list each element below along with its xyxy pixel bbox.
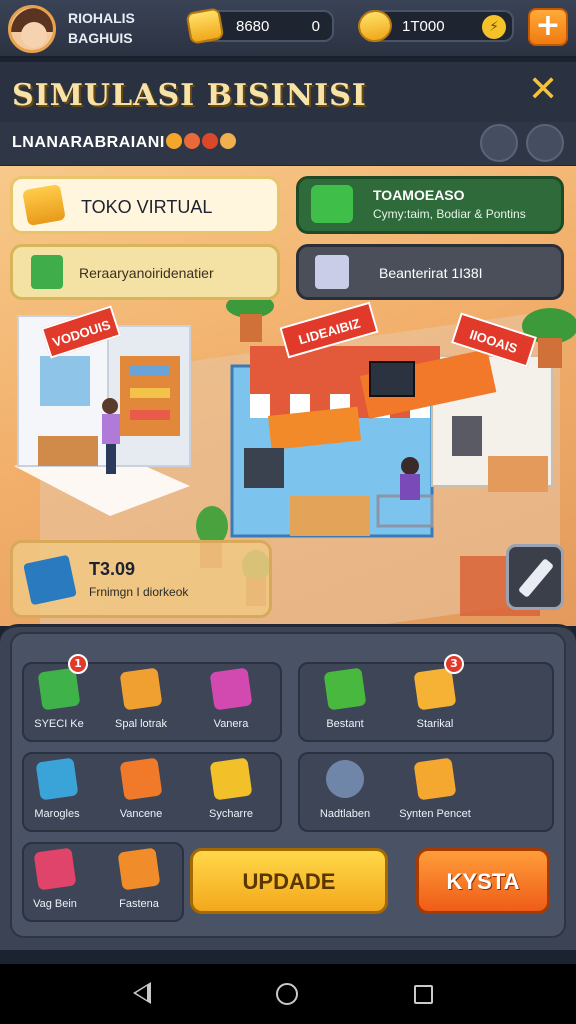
main-store [230,346,553,538]
cart-icon [311,185,353,223]
book-icon [31,255,63,289]
home-icon[interactable] [276,983,298,1005]
beanterirat-card[interactable]: Beanterirat 1I38I [296,244,564,300]
item-vag-bein[interactable]: Vag Bein [10,847,100,910]
item-nadtlaben[interactable]: Nadtlaben [300,757,390,820]
item-synten-pencet-name: Synten Pencet [399,808,471,820]
item-bestant[interactable]: Bestant [300,667,390,730]
item-marogles[interactable]: Marogles [12,757,102,820]
food-icons [166,133,240,153]
shopping-bag-icon [413,757,457,801]
add-currency-button[interactable]: + [528,8,568,46]
profile-circle-button[interactable] [526,124,564,162]
currency2-value: 1T000 [402,18,445,35]
item-vanera-name: Vanera [213,718,249,730]
item-fastena-name: Fastena [119,898,159,910]
back-icon[interactable] [133,982,151,1004]
donut-icon [166,133,182,149]
burger-icon [184,133,200,149]
toamoeaso-title: TOAMOEASO [373,187,465,203]
item-synten-pencet[interactable]: Synten Pencet [390,757,480,820]
box-icon [22,183,66,227]
toamoeaso-desc: Cymy:taim, Bodiar & Pontins [373,207,526,221]
green-package-icon [323,667,367,711]
close-button[interactable]: ✕ [528,72,558,108]
currency1-pill[interactable]: 8680 0 [185,7,334,45]
item-syeci-badge: 1 [68,654,88,674]
green-crate-icon [37,667,81,711]
item-syeci-name: SYECI Ke [34,718,84,730]
item-vag-bein-name: Vag Bein [33,898,77,910]
item-sycharre[interactable]: Sycharre [186,757,276,820]
player-name-line1: RIOHALIS [68,10,135,26]
pot-icon [323,757,367,801]
avatar-face [21,22,47,48]
cardboard-box-icon [119,667,163,711]
lightning-icon: ⚡ [482,15,506,39]
item-bestant-name: Bestant [326,718,364,730]
currency2-pill[interactable]: 1T000 ⚡ [355,7,514,45]
player-name: RIOHALIS BAGHUIS [68,8,135,48]
settings-circle-button[interactable] [480,124,518,162]
store-scene: VODOUIS LIDEAIBIZ IIOOAIS TOKO VIRTUAL T… [0,166,576,626]
item-starikal[interactable]: Starikal [390,667,480,730]
player-avatar[interactable] [8,5,56,53]
item-spal-lotrak-name: Spal lotrak [115,718,167,730]
info-box-value: T3.09 [89,559,136,579]
game-screen: RIOHALIS BAGHUIS 8680 0 1T000 ⚡ + SIMULA… [0,0,576,1024]
item-syeci[interactable]: SYECI Ke [14,667,104,730]
apple-icon [202,133,218,149]
info-box-desc: Frnimgn I diorkeok [89,585,189,599]
edit-button[interactable] [506,544,564,610]
page-title: SIMULASI BISINISI [12,78,367,113]
orange-crate-icon [119,757,163,801]
item-vanera[interactable]: Vanera [186,667,276,730]
player-name-line2: BAGHUIS [68,30,133,46]
left-store [14,315,191,516]
recent-apps-icon[interactable] [414,985,433,1004]
item-vancene-name: Vancene [119,808,163,820]
pencil-icon [517,558,555,598]
subtitle-text: LNANARABRAIANI [12,134,165,151]
item-sycharre-name: Sycharre [208,808,254,820]
toko-virtual-card[interactable]: TOKO VIRTUAL [10,176,280,234]
item-marogles-name: Marogles [34,808,80,820]
item-spal-lotrak[interactable]: Spal lotrak [96,667,186,730]
item-nadtlaben-name: Nadtlaben [319,808,371,820]
item-starikal-name: Starikal [416,718,454,730]
stacked-boxes-icon [413,667,457,711]
bread-icon [220,133,236,149]
item-fastena[interactable]: Fastena [94,847,184,910]
info-box[interactable]: T3.09 Frnimgn I diorkeok [10,540,272,618]
currency1-extra: 0 [311,18,320,35]
reraary-label: Reraaryanoiridenatier [79,265,214,281]
item-starikal-badge: 3 [444,654,464,674]
update-button[interactable]: UPDADE [190,848,388,914]
cart-icon [117,847,161,891]
card-reader-icon [33,847,77,891]
book-stack-icon [35,757,79,801]
reraary-card[interactable]: Reraaryanoiridenatier [10,244,280,300]
shopping-basket-icon [209,757,253,801]
toamoeaso-card[interactable]: TOAMOEASO Cymy:taim, Bodiar & Pontins [296,176,564,234]
toy-car-icon [209,667,253,711]
beanterirat-label: Beanterirat 1I38I [379,265,483,281]
item-vancene[interactable]: Vancene [96,757,186,820]
toko-virtual-label: TOKO VIRTUAL [81,197,213,217]
currency1-value: 8680 [236,18,270,35]
cube-icon [315,255,349,289]
gold-bar-icon [185,7,225,45]
kysta-button[interactable]: KYSTA [416,848,550,914]
box-3d-icon [23,554,77,606]
